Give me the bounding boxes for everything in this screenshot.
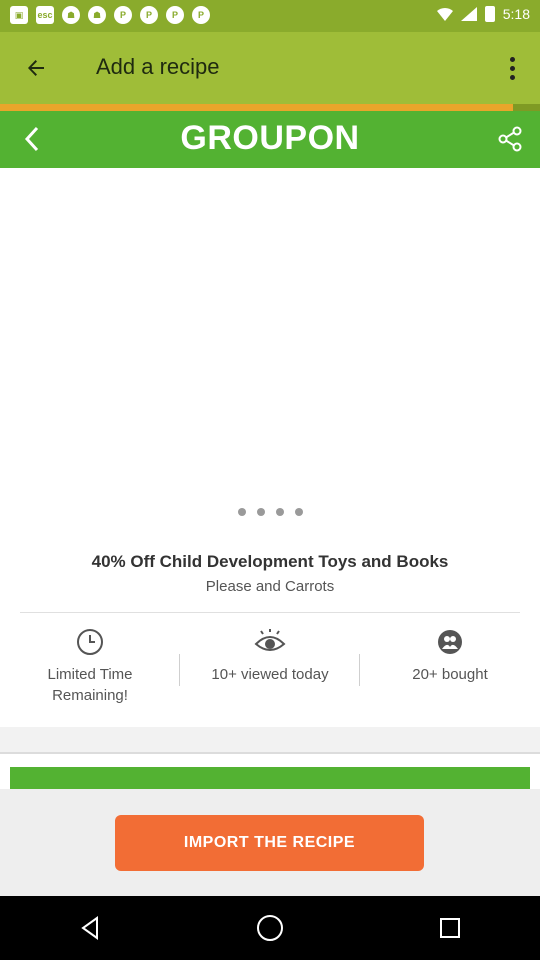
back-triangle-icon[interactable] xyxy=(50,896,130,960)
system-nav-bar xyxy=(0,896,540,960)
home-circle-icon[interactable] xyxy=(230,896,310,960)
notification-icons: ▣ esc ☗ ☗ P P P P xyxy=(10,6,210,24)
eye-icon xyxy=(254,628,286,656)
stat-label: Limited Time Remaining! xyxy=(47,666,133,704)
system-status: 5:18 xyxy=(436,6,530,22)
buy-button[interactable] xyxy=(10,767,530,789)
stat-viewed: 10+ viewed today xyxy=(180,628,360,718)
app-notification-icon: P xyxy=(140,6,158,24)
app-notification-icon: ☗ xyxy=(62,6,80,24)
esc-icon: esc xyxy=(36,6,54,24)
stat-label: 10+ viewed today xyxy=(211,666,329,683)
deal-stats: Limited Time Remaining! 10+ viewed today… xyxy=(0,628,540,718)
status-bar: ▣ esc ☗ ☗ P P P P 5:18 xyxy=(0,0,540,32)
divider xyxy=(0,752,540,754)
import-recipe-button[interactable]: IMPORT THE RECIPE xyxy=(115,815,424,871)
arrow-back-icon[interactable] xyxy=(16,48,56,88)
stat-time-remaining: Limited Time Remaining! xyxy=(0,628,180,718)
loading-progress xyxy=(0,104,540,111)
clock-time: 5:18 xyxy=(502,6,530,22)
carousel-dots[interactable] xyxy=(0,508,540,516)
stat-separator xyxy=(179,654,180,686)
deal-merchant: Please and Carrots xyxy=(205,578,335,595)
import-panel: IMPORT THE RECIPE xyxy=(0,789,540,896)
app-notification-icon: P xyxy=(166,6,184,24)
battery-icon xyxy=(484,6,495,22)
divider xyxy=(20,612,520,613)
clock-icon xyxy=(76,628,104,656)
carousel-dot[interactable] xyxy=(275,508,284,516)
stat-bought: 20+ bought xyxy=(360,628,540,718)
people-icon xyxy=(436,628,464,656)
more-vert-icon[interactable] xyxy=(496,48,528,88)
share-icon[interactable] xyxy=(492,119,528,159)
groupon-logo: GROUPON xyxy=(180,119,360,157)
app-bar: Add a recipe xyxy=(0,32,540,104)
wifi-icon xyxy=(436,8,453,21)
app-notification-icon: P xyxy=(192,6,210,24)
app-notification-icon: ▣ xyxy=(10,6,28,24)
content-spacer xyxy=(0,727,540,752)
app-notification-icon: P xyxy=(114,6,132,24)
page-title: Add a recipe xyxy=(96,54,220,79)
stat-separator xyxy=(359,654,360,686)
loading-progress-fill xyxy=(0,104,513,111)
deal-title: 40% Off Child Development Toys and Books xyxy=(91,552,449,571)
app-notification-icon: ☗ xyxy=(88,6,106,24)
recents-square-icon[interactable] xyxy=(410,896,490,960)
carousel-dot[interactable] xyxy=(294,508,303,516)
groupon-header: GROUPON xyxy=(0,111,540,168)
stat-label: 20+ bought xyxy=(412,666,488,683)
carousel-dot[interactable] xyxy=(256,508,265,516)
signal-icon xyxy=(460,7,477,21)
carousel-dot[interactable] xyxy=(237,508,246,516)
